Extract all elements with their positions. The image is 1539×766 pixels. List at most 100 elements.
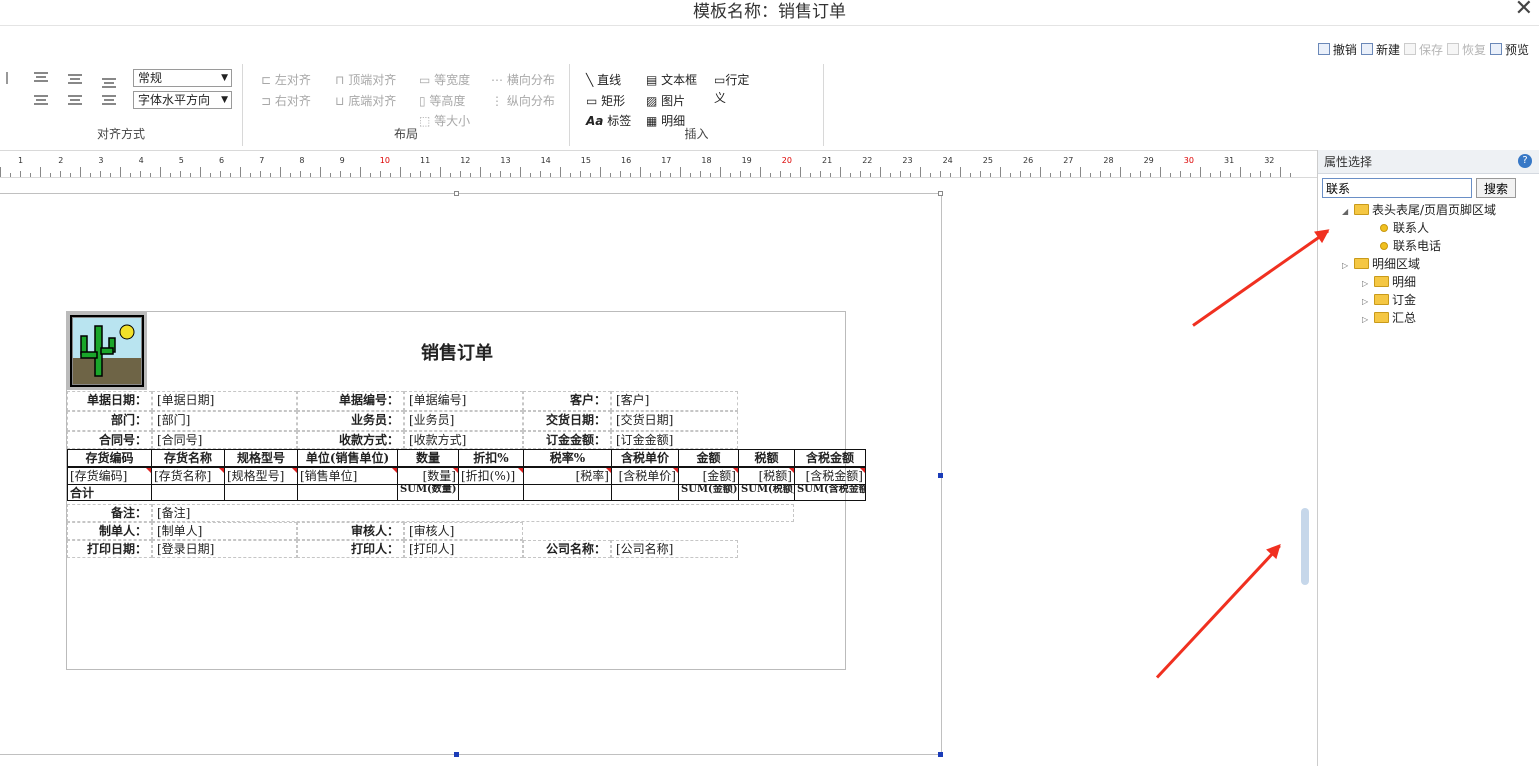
align-left-icon[interactable] (34, 95, 48, 105)
tree-node-summary[interactable]: ▷ 汇总 (1362, 309, 1416, 327)
field-value[interactable]: [客户] (611, 391, 738, 411)
column-header[interactable]: 数量 (397, 449, 459, 467)
detail-cell[interactable]: [规格型号] (224, 467, 298, 485)
detail-cell[interactable]: [折扣(%)] (458, 467, 524, 485)
total-cell[interactable]: SUM(含税金额) (794, 484, 866, 501)
preview-button[interactable]: 预览 (1489, 40, 1529, 58)
field-value[interactable]: [收款方式] (404, 431, 523, 449)
detail-cell[interactable]: [税额] (738, 467, 795, 485)
tree-node-contact-person[interactable]: 联系人 (1380, 219, 1429, 237)
align-right-icon[interactable] (102, 95, 116, 105)
column-header[interactable]: 存货名称 (151, 449, 225, 467)
field-label[interactable]: 部门： (67, 411, 152, 431)
align-top-icon[interactable] (34, 72, 48, 82)
detail-cell[interactable]: [销售单位] (297, 467, 398, 485)
font-style-select[interactable]: 常规 ▼ (133, 69, 232, 87)
save-button[interactable]: 保存 (1403, 40, 1443, 58)
close-icon[interactable]: ✕ (1515, 0, 1533, 21)
equal-height-button[interactable]: ▯ 等高度 (419, 92, 465, 109)
field-value[interactable]: [打印人] (404, 540, 523, 558)
field-label[interactable]: 客户： (523, 391, 611, 411)
detail-cell[interactable]: [数量] (397, 467, 459, 485)
tree-node-contact-phone[interactable]: 联系电话 (1380, 237, 1441, 255)
total-cell[interactable] (458, 484, 524, 501)
field-value[interactable]: [公司名称] (611, 540, 738, 558)
align-bottom-icon[interactable] (102, 78, 116, 88)
resize-handle[interactable] (454, 752, 459, 757)
h-distribute-button[interactable]: ⋯ 横向分布 (491, 71, 555, 88)
field-label[interactable]: 制单人： (67, 522, 152, 540)
top-align-button[interactable]: ⊓ 顶端对齐 (335, 71, 396, 88)
field-value[interactable]: [合同号] (152, 431, 297, 449)
equal-width-button[interactable]: ▭ 等宽度 (419, 71, 470, 88)
field-value[interactable]: [部门] (152, 411, 297, 431)
field-label[interactable]: 打印人： (297, 540, 404, 558)
column-header[interactable]: 含税单价 (611, 449, 679, 467)
v-distribute-button[interactable]: ⋮ 纵向分布 (491, 92, 555, 109)
align-middle-icon[interactable] (68, 74, 82, 84)
field-label[interactable]: 打印日期： (67, 540, 152, 558)
field-value[interactable]: [业务员] (404, 411, 523, 431)
field-label[interactable]: 公司名称： (523, 540, 611, 558)
detail-cell[interactable]: [金额] (678, 467, 739, 485)
total-cell[interactable] (297, 484, 398, 501)
field-label[interactable]: 单据编号： (297, 391, 404, 411)
left-align-button[interactable]: ⊏ 左对齐 (261, 71, 311, 88)
underline-icon[interactable] (0, 72, 8, 84)
total-cell[interactable] (224, 484, 298, 501)
field-value[interactable]: [备注] (152, 504, 794, 522)
total-cell[interactable]: SUM(数量) (397, 484, 459, 501)
column-header[interactable]: 金额 (678, 449, 739, 467)
design-canvas[interactable]: 销售订单 单据日期： [单据日期] 单据编号： [单据编号] 客户： [客户] … (0, 179, 1317, 766)
column-header[interactable]: 税额 (738, 449, 795, 467)
total-cell[interactable] (151, 484, 225, 501)
total-cell[interactable]: SUM(税额) (738, 484, 795, 501)
detail-cell[interactable]: [含税金额] (794, 467, 866, 485)
help-icon[interactable]: ? (1518, 154, 1532, 168)
field-value[interactable]: [登录日期] (152, 540, 297, 558)
column-header[interactable]: 规格型号 (224, 449, 298, 467)
column-header[interactable]: 单位(销售单位) (297, 449, 398, 467)
field-value[interactable]: [制单人] (152, 522, 297, 540)
total-cell[interactable]: SUM(金额) (678, 484, 739, 501)
search-button[interactable]: 搜索 (1476, 178, 1516, 198)
field-label[interactable]: 收款方式： (297, 431, 404, 449)
textbox-tool-button[interactable]: ▤ 文本框 (646, 71, 697, 88)
tree-node-deposit[interactable]: ▷ 订金 (1362, 291, 1416, 309)
field-label[interactable]: 交货日期： (523, 411, 611, 431)
total-cell[interactable] (611, 484, 679, 501)
field-label[interactable]: 合同号： (67, 431, 152, 449)
tree-node-detail[interactable]: ▷ 明细 (1362, 273, 1416, 291)
line-tool-button[interactable]: ╲ 直线 (586, 71, 621, 88)
rect-tool-button[interactable]: ▭ 矩形 (586, 92, 625, 109)
field-value[interactable]: [单据日期] (152, 391, 297, 411)
resize-handle[interactable] (938, 752, 943, 757)
detail-cell[interactable]: [存货名称] (151, 467, 225, 485)
resize-handle[interactable] (938, 191, 943, 196)
image-tool-button[interactable]: ▨ 图片 (646, 92, 685, 109)
report-title[interactable]: 销售订单 (67, 339, 847, 365)
expand-icon[interactable]: ▷ (1342, 257, 1354, 275)
h-align-select[interactable]: 字体水平方向 ▼ (133, 91, 232, 109)
panel-splitter-handle[interactable] (1301, 508, 1309, 585)
custom-row-button[interactable]: ▭行定义 (714, 71, 760, 107)
search-input[interactable] (1322, 178, 1472, 198)
column-header[interactable]: 存货编码 (67, 449, 152, 467)
column-header[interactable]: 折扣% (458, 449, 524, 467)
undo-button[interactable]: 撤销 (1317, 40, 1357, 58)
field-label[interactable]: 备注： (67, 504, 152, 522)
column-header[interactable]: 税率% (523, 449, 612, 467)
align-center-icon[interactable] (68, 95, 82, 105)
field-value[interactable]: [订金金额] (611, 431, 738, 449)
column-header[interactable]: 含税金额 (794, 449, 866, 467)
detail-cell[interactable]: [存货编码] (67, 467, 152, 485)
field-value[interactable]: [交货日期] (611, 411, 738, 431)
field-value[interactable]: [审核人] (404, 522, 523, 540)
expand-icon[interactable]: ▷ (1362, 311, 1374, 329)
bottom-align-button[interactable]: ⊔ 底端对齐 (335, 92, 396, 109)
detail-cell[interactable]: [税率] (523, 467, 612, 485)
field-label[interactable]: 审核人： (297, 522, 404, 540)
field-label[interactable]: 业务员： (297, 411, 404, 431)
tree-node-detail-area[interactable]: ▷ 明细区域 (1342, 255, 1420, 273)
field-label[interactable]: 订金金额： (523, 431, 611, 449)
